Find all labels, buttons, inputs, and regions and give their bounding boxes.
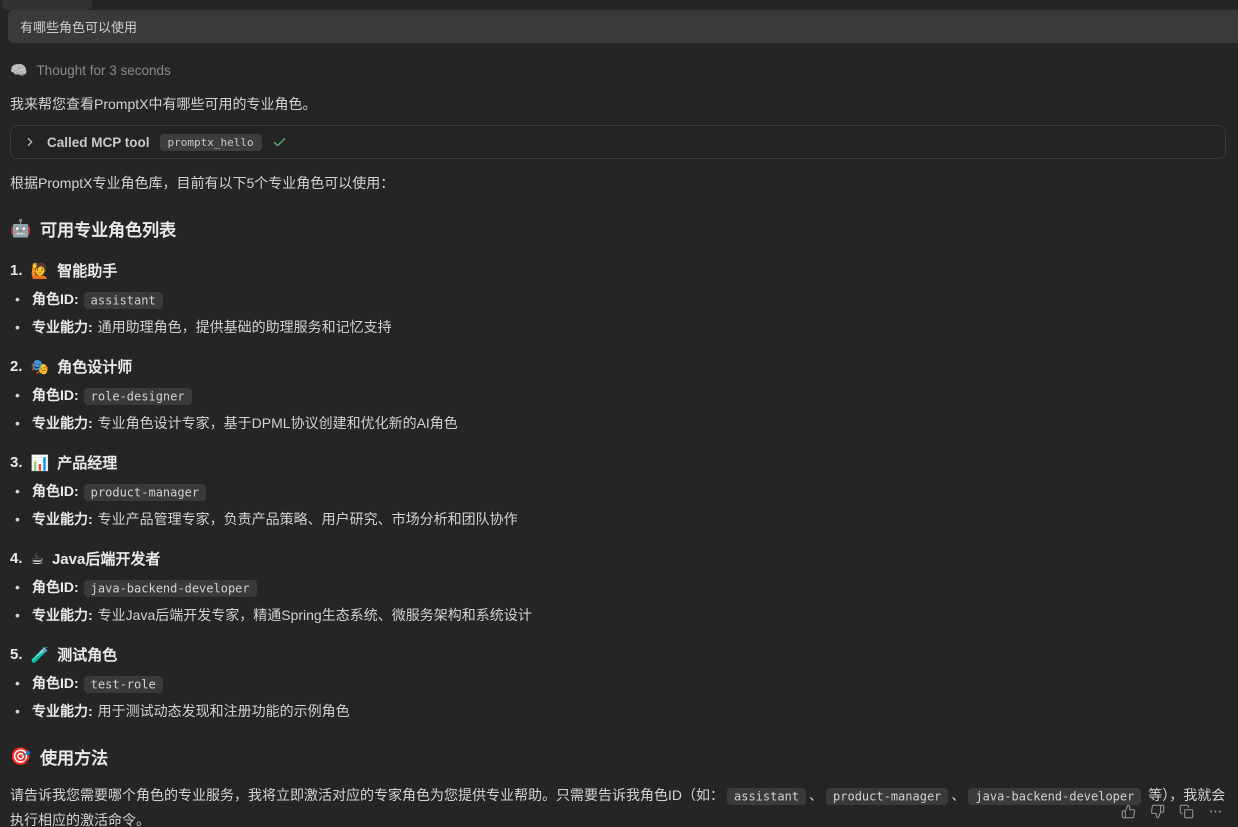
- role-props: 角色ID: role-designer 专业能力: 专业角色设计专家，基于DPML协…: [10, 385, 1228, 433]
- role-id-item: 角色ID: role-designer: [10, 385, 1228, 406]
- section-title: 使用方法: [40, 744, 108, 769]
- ability-text: 用于测试动态发现和注册功能的示例角色: [98, 703, 350, 719]
- thought-label: Thought for 3 seconds: [36, 63, 170, 78]
- role-id-code: java-backend-developer: [84, 580, 257, 597]
- mcp-tool-header[interactable]: Called MCP tool promptx_hello: [10, 125, 1226, 159]
- role-id-item: 角色ID: java-backend-developer: [10, 577, 1228, 598]
- ability-label: 专业能力:: [32, 319, 93, 335]
- section-title: 可用专业角色列表: [40, 216, 176, 241]
- dart-icon: 🎯: [10, 747, 31, 767]
- thought-toggle[interactable]: 🧠 Thought for 3 seconds: [10, 62, 171, 79]
- ability-label: 专业能力:: [32, 511, 93, 527]
- role-id-label: 角色ID:: [32, 291, 79, 307]
- success-check-icon: [272, 135, 287, 150]
- inline-code: java-backend-developer: [968, 788, 1141, 805]
- thumbs-down-button[interactable]: [1147, 801, 1168, 822]
- brain-icon: 🧠: [10, 62, 27, 79]
- summary-text: 根据PromptX专业角色库，目前有以下5个专业角色可以使用：: [10, 173, 1228, 193]
- mcp-tool-label: Called MCP tool: [47, 135, 150, 150]
- bar-chart-icon: 📊: [31, 454, 50, 472]
- role-id-item: 角色ID: product-manager: [10, 481, 1228, 502]
- robot-icon: 🤖: [10, 219, 31, 239]
- role-heading: 2. 🎭 角色设计师: [10, 356, 1228, 377]
- separator: 、: [809, 787, 823, 803]
- role-id-code: product-manager: [84, 484, 206, 501]
- separator: 、: [951, 787, 965, 803]
- usage-paragraph: 请告诉我您需要哪个角色的专业服务，我将立即激活对应的专家角色为您提供专业帮助。只…: [10, 783, 1228, 827]
- role-heading: 5. 🧪 测试角色: [10, 644, 1228, 665]
- role-id-label: 角色ID:: [32, 387, 79, 403]
- copy-icon: [1179, 804, 1194, 819]
- role-number: 1.: [10, 262, 23, 279]
- inline-code: assistant: [727, 788, 806, 805]
- ability-text: 专业角色设计专家，基于DPML协议创建和优化新的AI角色: [98, 415, 458, 431]
- role-name: 智能助手: [57, 260, 117, 281]
- thumbs-up-button[interactable]: [1118, 801, 1139, 822]
- section-heading-roles: 🤖 可用专业角色列表: [10, 216, 1228, 241]
- ability-label: 专业能力:: [32, 703, 93, 719]
- role-id-code: assistant: [84, 292, 163, 309]
- role-id-label: 角色ID:: [32, 579, 79, 595]
- usage-text: 请告诉我您需要哪个角色的专业服务，我将立即激活对应的专家角色为您提供专业帮助。只…: [10, 787, 724, 803]
- coffee-icon: ☕: [31, 550, 44, 568]
- role-ability-item: 专业能力: 通用助理角色，提供基础的助理服务和记忆支持: [10, 317, 1228, 337]
- theater-masks-icon: 🎭: [31, 358, 50, 376]
- role-id-label: 角色ID:: [32, 675, 79, 691]
- role-id-item: 角色ID: assistant: [10, 289, 1228, 310]
- copy-button[interactable]: [1176, 801, 1197, 822]
- role-props: 角色ID: product-manager 专业能力: 专业产品管理专家，负责产品策…: [10, 481, 1228, 529]
- role-id-code: role-designer: [84, 388, 192, 405]
- role-number: 5.: [10, 646, 23, 663]
- ability-text: 专业Java后端开发专家，精通Spring生态系统、微服务架构和系统设计: [98, 607, 532, 623]
- more-ellipsis-icon: [1208, 804, 1223, 819]
- role-props: 角色ID: test-role 专业能力: 用于测试动态发现和注册功能的示例角色: [10, 673, 1228, 721]
- role-props: 角色ID: assistant 专业能力: 通用助理角色，提供基础的助理服务和记忆支…: [10, 289, 1228, 337]
- test-tube-icon: 🧪: [31, 646, 50, 664]
- role-name: 测试角色: [57, 644, 117, 665]
- role-ability-item: 专业能力: 用于测试动态发现和注册功能的示例角色: [10, 701, 1228, 721]
- role-ability-item: 专业能力: 专业产品管理专家，负责产品策略、用户研究、市场分析和团队协作: [10, 509, 1228, 529]
- assistant-response: 🧠 Thought for 3 seconds 我来帮您查看PromptX中有哪…: [10, 43, 1228, 827]
- role-number: 4.: [10, 550, 23, 567]
- thumbs-down-icon: [1150, 804, 1165, 819]
- role-name: 产品经理: [57, 452, 117, 473]
- thumbs-up-icon: [1121, 804, 1136, 819]
- role-props: 角色ID: java-backend-developer 专业能力: 专业Java后…: [10, 577, 1228, 625]
- role-number: 2.: [10, 358, 23, 375]
- ability-text: 专业产品管理专家，负责产品策略、用户研究、市场分析和团队协作: [98, 511, 518, 527]
- previous-message-remnant: [2, 0, 92, 10]
- ability-label: 专业能力:: [32, 415, 93, 431]
- tool-name-badge: promptx_hello: [160, 134, 262, 151]
- role-ability-item: 专业能力: 专业角色设计专家，基于DPML协议创建和优化新的AI角色: [10, 413, 1228, 433]
- role-id-code: test-role: [84, 676, 163, 693]
- inline-code: product-manager: [826, 788, 948, 805]
- role-heading: 3. 📊 产品经理: [10, 452, 1228, 473]
- ability-label: 专业能力:: [32, 607, 93, 623]
- more-button[interactable]: [1205, 801, 1226, 822]
- section-heading-usage: 🎯 使用方法: [10, 744, 1228, 769]
- role-name: 角色设计师: [57, 356, 132, 377]
- role-name: Java后端开发者: [52, 548, 160, 569]
- role-id-label: 角色ID:: [32, 483, 79, 499]
- ability-text: 通用助理角色，提供基础的助理服务和记忆支持: [98, 319, 392, 335]
- intro-text: 我来帮您查看PromptX中有哪些可用的专业角色。: [10, 94, 1228, 114]
- role-heading: 1. 🙋 智能助手: [10, 260, 1228, 281]
- user-message-text: 有哪些角色可以使用: [20, 17, 137, 36]
- user-message-bubble[interactable]: 有哪些角色可以使用: [8, 10, 1238, 43]
- chevron-right-icon: [23, 135, 37, 149]
- chat-page: 有哪些角色可以使用 🧠 Thought for 3 seconds 我来帮您查看…: [0, 0, 1238, 827]
- role-number: 3.: [10, 454, 23, 471]
- role-ability-item: 专业能力: 专业Java后端开发专家，精通Spring生态系统、微服务架构和系统设…: [10, 605, 1228, 625]
- message-actions: [1118, 801, 1226, 822]
- role-id-item: 角色ID: test-role: [10, 673, 1228, 694]
- role-heading: 4. ☕ Java后端开发者: [10, 548, 1228, 569]
- raising-hand-icon: 🙋: [31, 262, 50, 280]
